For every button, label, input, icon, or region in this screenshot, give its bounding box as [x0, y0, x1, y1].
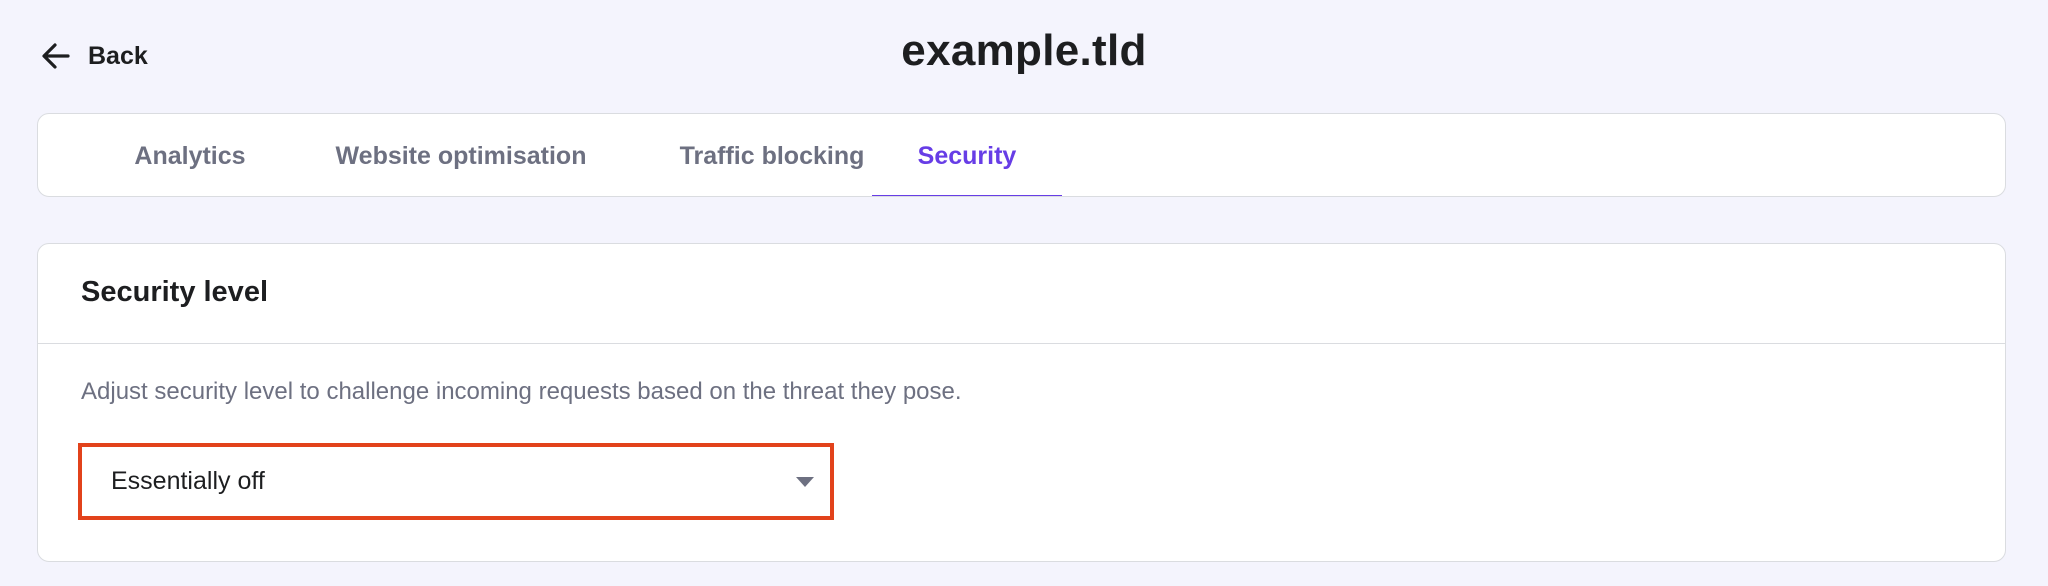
top-bar: Back example.tld — [0, 0, 2048, 112]
tab-label: Analytics — [134, 141, 246, 170]
tab-label: Website optimisation — [335, 141, 587, 170]
tab-label: Traffic blocking — [679, 141, 865, 170]
tab-security[interactable]: Security — [872, 114, 1062, 196]
card-description: Adjust security level to challenge incom… — [81, 378, 962, 405]
caret-down-icon — [796, 476, 814, 487]
security-level-card: Security level Adjust security level to … — [37, 243, 2006, 562]
tab-label: Security — [917, 141, 1017, 170]
select-highlight-box: Essentially off — [78, 443, 834, 520]
page-title: example.tld — [901, 26, 1147, 75]
tab-analytics[interactable]: Analytics — [94, 114, 286, 196]
card-title: Security level — [81, 276, 268, 308]
tab-website-optimisation[interactable]: Website optimisation — [290, 114, 632, 196]
tab-traffic-blocking[interactable]: Traffic blocking — [638, 114, 906, 196]
select-value: Essentially off — [111, 467, 265, 495]
card-header: Security level — [38, 244, 2005, 344]
tab-bar: Analytics Website optimisation Traffic b… — [37, 113, 2006, 197]
security-level-select[interactable]: Essentially off — [88, 453, 824, 510]
